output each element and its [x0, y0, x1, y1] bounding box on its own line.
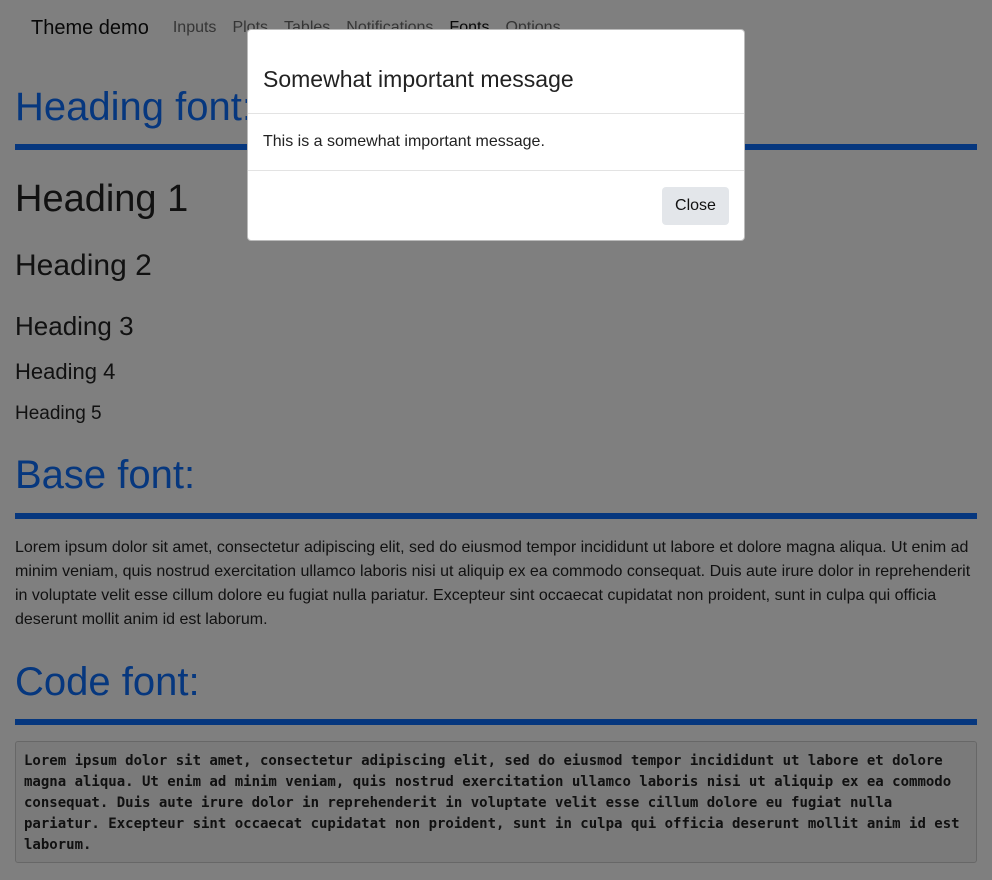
message-modal: Somewhat important message This is a som… [247, 29, 745, 241]
modal-header: Somewhat important message [248, 30, 744, 114]
close-button[interactable]: Close [662, 187, 729, 225]
modal-title: Somewhat important message [263, 66, 574, 92]
modal-footer: Close [248, 171, 744, 240]
page: Theme demo Inputs Plots Tables Notificat… [0, 0, 992, 880]
modal-body: This is a somewhat important message. [248, 114, 744, 171]
